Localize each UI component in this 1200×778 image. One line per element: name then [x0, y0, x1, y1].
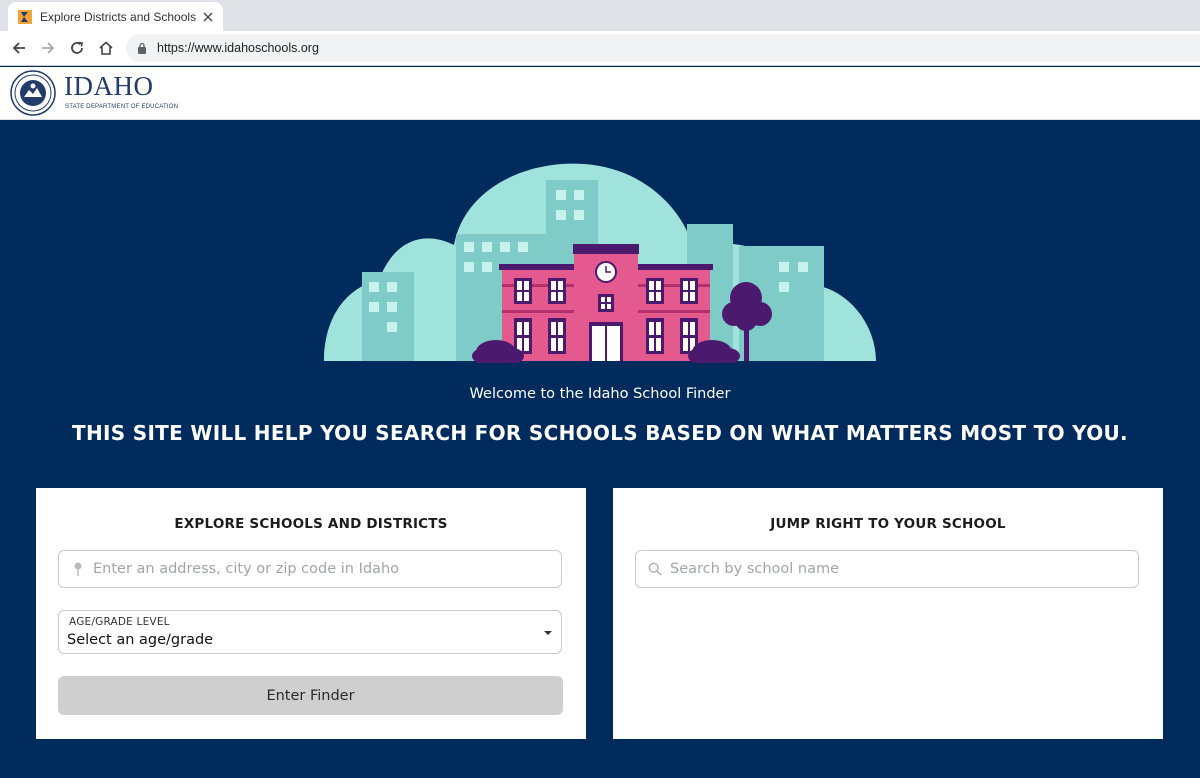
- close-tab-icon[interactable]: [201, 10, 215, 24]
- address-input[interactable]: [93, 561, 561, 577]
- address-search-field[interactable]: [58, 550, 562, 588]
- school-city-illustration: [324, 163, 876, 363]
- jump-card: JUMP RIGHT TO YOUR SCHOOL: [613, 488, 1163, 739]
- search-icon: [648, 561, 662, 577]
- tab-title: Explore Districts and Schools: [40, 9, 197, 24]
- school-name-input[interactable]: [670, 561, 1138, 577]
- browser-tabstrip: Explore Districts and Schools: [0, 0, 1200, 31]
- forward-arrow-icon[interactable]: [39, 39, 57, 57]
- brand-name: IDAHO: [64, 71, 154, 101]
- age-grade-value: Select an age/grade: [67, 632, 214, 648]
- idaho-favicon-icon: [18, 9, 32, 24]
- idaho-seal-logo[interactable]: [10, 70, 56, 116]
- back-arrow-icon[interactable]: [10, 39, 28, 57]
- enter-finder-button[interactable]: Enter Finder: [58, 676, 563, 715]
- browser-tab[interactable]: Explore Districts and Schools: [8, 2, 223, 31]
- site-header: IDAHO STATE DEPARTMENT OF EDUCATION: [0, 67, 1200, 120]
- age-grade-label: AGE/GRADE LEVEL: [69, 616, 170, 628]
- explore-card-title: EXPLORE SCHOOLS AND DISTRICTS: [174, 516, 448, 532]
- address-bar[interactable]: https://www.idahoschools.org: [126, 34, 1200, 62]
- school-search-field[interactable]: [635, 550, 1139, 588]
- welcome-text: Welcome to the Idaho School Finder: [469, 386, 731, 402]
- age-grade-select[interactable]: AGE/GRADE LEVEL Select an age/grade: [58, 610, 562, 654]
- lock-icon: [136, 42, 148, 54]
- url-text: https://www.idahoschools.org: [157, 41, 319, 55]
- brand-subtitle: STATE DEPARTMENT OF EDUCATION: [65, 104, 179, 110]
- location-pin-icon: [71, 561, 85, 577]
- hero-headline: THIS SITE WILL HELP YOU SEARCH FOR SCHOO…: [72, 421, 1128, 445]
- reload-icon[interactable]: [68, 39, 86, 57]
- jump-card-title: JUMP RIGHT TO YOUR SCHOOL: [770, 516, 1006, 532]
- browser-toolbar: https://www.idahoschools.org: [0, 31, 1200, 66]
- explore-card: EXPLORE SCHOOLS AND DISTRICTS AGE/GRADE …: [36, 488, 586, 739]
- caret-down-icon: [544, 631, 552, 635]
- home-icon[interactable]: [97, 39, 115, 57]
